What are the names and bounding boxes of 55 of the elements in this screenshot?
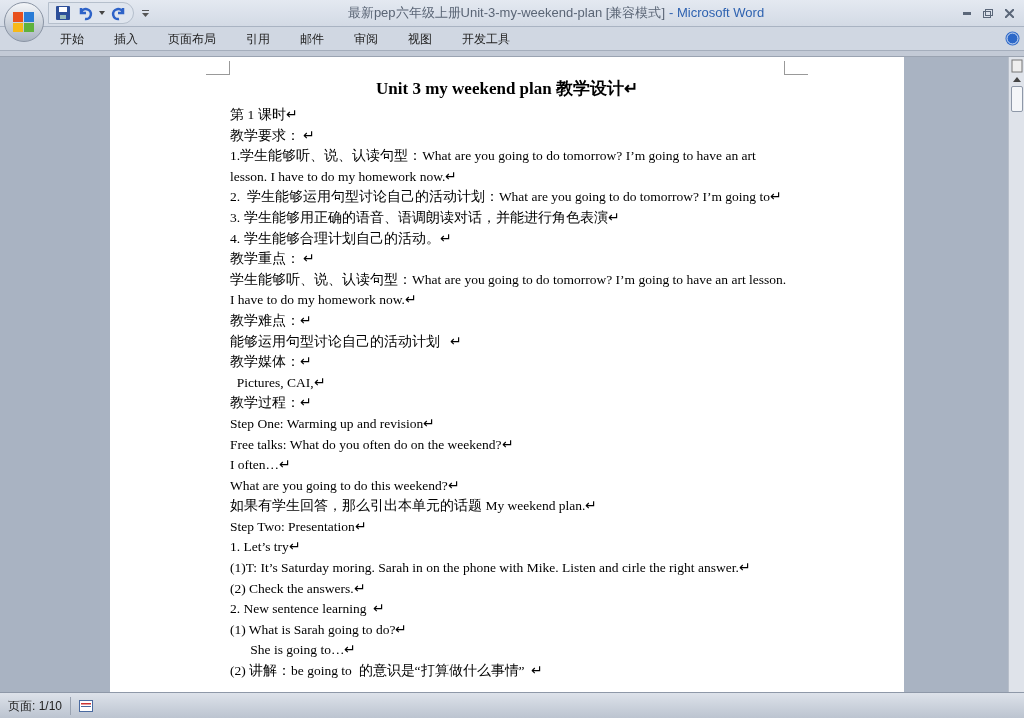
ribbon-tab[interactable]: 引用 [234, 27, 282, 50]
page-indicator[interactable]: 页面: 1/10 [0, 696, 72, 715]
office-logo-icon [12, 10, 36, 34]
text-line: (2) 讲解：be going to 的意识是“打算做什么事情” ↵ [230, 662, 545, 681]
redo-icon[interactable] [111, 5, 127, 21]
text-line: I often…↵ [230, 456, 293, 475]
text-line: (1)T: It’s Saturday moring. Sarah in on the phone with Mike. Listen and cirle the right answer.↵ [230, 559, 752, 578]
save-icon[interactable] [55, 5, 71, 21]
help-icon[interactable] [1005, 31, 1020, 46]
document-title: Unit 3 my weekend plan 教学设计↵ [375, 78, 639, 100]
ribbon-tab[interactable]: 开始 [48, 27, 96, 50]
text-line: 能够运用句型讨论自己的活动计划 ↵ [230, 332, 464, 351]
document-icon[interactable] [79, 699, 94, 712]
text-line: 教学要求： ↵ [230, 126, 317, 145]
scroll-up-icon[interactable] [1012, 77, 1021, 82]
text-line: Step Two: Presentation↵ [230, 517, 368, 536]
text-line: 教学媒体：↵ [230, 353, 313, 372]
ribbon-tab[interactable]: 开发工具 [450, 27, 522, 50]
text-line: 学生能够听、说、认读句型：What are you going to do tomorrow? I’m going to have an art lesson. [230, 270, 788, 289]
ribbon-tab[interactable]: 邮件 [288, 27, 336, 50]
text-line: She is going to…↵ [249, 641, 358, 660]
text-line: Pictures, CAI,↵ [235, 373, 327, 392]
text-line: 教学过程：↵ [230, 394, 313, 413]
text-line: (1) What is Sarah going to do?↵ [230, 620, 409, 639]
ribbon-tab[interactable]: 审阅 [342, 27, 390, 50]
text-line: 4. 学生能够合理计划自己的活动。↵ [230, 229, 453, 248]
text-line: What are you going to do this weekend?↵ [230, 476, 461, 495]
text-line: 教学难点：↵ [230, 311, 313, 330]
crop-mark [206, 61, 230, 75]
caret-icon[interactable] [99, 11, 105, 15]
text-line: Free talks: What do you often do on the weekend?↵ [230, 435, 515, 454]
text-line: 教学重点： ↵ [230, 250, 317, 269]
minimize-icon[interactable] [963, 11, 971, 15]
text-line: 如果有学生回答，那么引出本单元的话题 My weekend plan.↵ [230, 497, 599, 516]
ribbon-tab[interactable]: 插入 [102, 27, 150, 50]
text-line: Step One: Warming up and revision↵ [230, 414, 437, 433]
text-line: 第 1 课时↵ [230, 106, 299, 124]
text-line: lesson. I have to do my homework now.↵ [230, 167, 459, 186]
window-title: 最新pep六年级上册Unit-3-my-weekend-plan [兼容模式] [347, 4, 665, 23]
ribbon-tab[interactable]: 视图 [396, 27, 444, 50]
crop-mark [784, 61, 808, 75]
customize-icon[interactable] [142, 9, 149, 17]
text-line: I have to do my homework now.↵ [230, 291, 418, 310]
restore-icon[interactable] [983, 8, 993, 18]
text-line: (2) Check the answers.↵ [230, 579, 367, 598]
text-line: 2. 学生能够运用句型讨论自己的活动计划：What are you going to do tomorrow? I’m going to↵ [230, 188, 783, 207]
text-line: 3. 学生能够用正确的语音、语调朗读对话，并能进行角色表演↵ [230, 208, 621, 227]
text-line: 1.学生能够听、说、认读句型：What are you going to do tomorrow? I’m going to have an art [230, 147, 757, 166]
scrollbar-thumb[interactable] [1010, 86, 1023, 112]
text-line: 2. New sentence learning ↵ [230, 600, 387, 619]
ribbon-tab[interactable]: 页面布局 [156, 27, 228, 50]
close-icon[interactable] [1005, 8, 1014, 18]
app-name: - Microsoft Word [669, 4, 765, 23]
undo-icon[interactable] [77, 5, 93, 21]
text-line: 1. Let’s try↵ [230, 538, 302, 557]
